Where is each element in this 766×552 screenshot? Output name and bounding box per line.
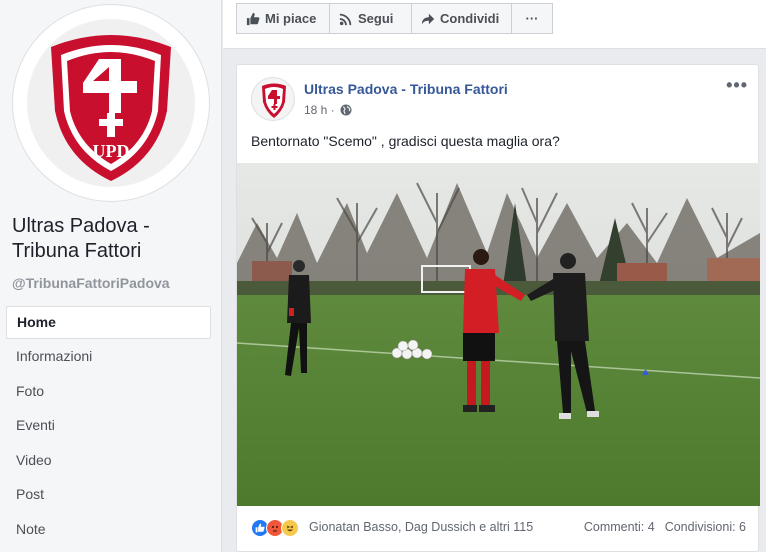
share-button[interactable]: Condividi bbox=[411, 3, 512, 34]
like-page-button[interactable]: Mi piace bbox=[236, 3, 330, 34]
sidebar-item-foto[interactable]: Foto bbox=[6, 374, 211, 409]
more-dots-icon: ··· bbox=[525, 11, 539, 26]
reaction-names[interactable]: Gionatan Basso, Dag Dussich e altri 115 bbox=[309, 520, 533, 534]
post-counts: Commenti: 4 Condivisioni: 6 bbox=[584, 520, 746, 534]
more-actions-button[interactable]: ··· bbox=[511, 3, 553, 34]
haha-reaction-icon bbox=[281, 519, 299, 537]
rss-icon bbox=[339, 13, 352, 25]
sidebar-item-video[interactable]: Video bbox=[6, 443, 211, 478]
page-action-bar: Mi piace Segui Condividi ··· bbox=[223, 0, 766, 49]
post-photo[interactable] bbox=[237, 163, 760, 506]
sidebar-nav: Home Informazioni Foto Eventi Video Post… bbox=[6, 306, 211, 546]
page-avatar[interactable]: UPD bbox=[12, 4, 210, 202]
left-sidebar: UPD Ultras Padova - Tribuna Fattori @Tri… bbox=[0, 0, 222, 552]
post-text: Bentornato "Scemo" , gradisci questa mag… bbox=[251, 133, 560, 149]
post-timestamp[interactable]: 18 h · bbox=[304, 103, 335, 117]
post-options-icon[interactable]: ••• bbox=[726, 75, 748, 96]
post-card: Ultras Padova - Tribuna Fattori 18 h · •… bbox=[236, 64, 760, 552]
sidebar-item-home[interactable]: Home bbox=[6, 306, 211, 339]
sidebar-item-eventi[interactable]: Eventi bbox=[6, 408, 211, 443]
post-author-name[interactable]: Ultras Padova - Tribuna Fattori bbox=[304, 81, 508, 97]
globe-icon bbox=[340, 104, 352, 116]
reaction-icons[interactable] bbox=[251, 519, 299, 537]
sidebar-item-post[interactable]: Post bbox=[6, 477, 211, 512]
post-author-avatar[interactable] bbox=[251, 77, 295, 121]
thumbs-up-icon bbox=[246, 12, 260, 25]
share-label: Condividi bbox=[440, 11, 500, 26]
logo-text: UPD bbox=[93, 141, 130, 161]
follow-button[interactable]: Segui bbox=[329, 3, 412, 34]
page-handle[interactable]: @TribunaFattoriPadova bbox=[12, 275, 170, 291]
follow-label: Segui bbox=[358, 11, 394, 26]
post-meta: 18 h · bbox=[304, 103, 352, 117]
shares-count[interactable]: Condivisioni: 6 bbox=[665, 520, 746, 534]
like-label: Mi piace bbox=[265, 11, 317, 26]
sidebar-item-informazioni[interactable]: Informazioni bbox=[6, 339, 211, 374]
page-logo: UPD bbox=[27, 19, 195, 187]
share-arrow-icon bbox=[421, 13, 435, 24]
sidebar-item-note[interactable]: Note bbox=[6, 512, 211, 547]
page-title[interactable]: Ultras Padova - Tribuna Fattori bbox=[12, 214, 212, 264]
comments-count[interactable]: Commenti: 4 bbox=[584, 520, 655, 534]
